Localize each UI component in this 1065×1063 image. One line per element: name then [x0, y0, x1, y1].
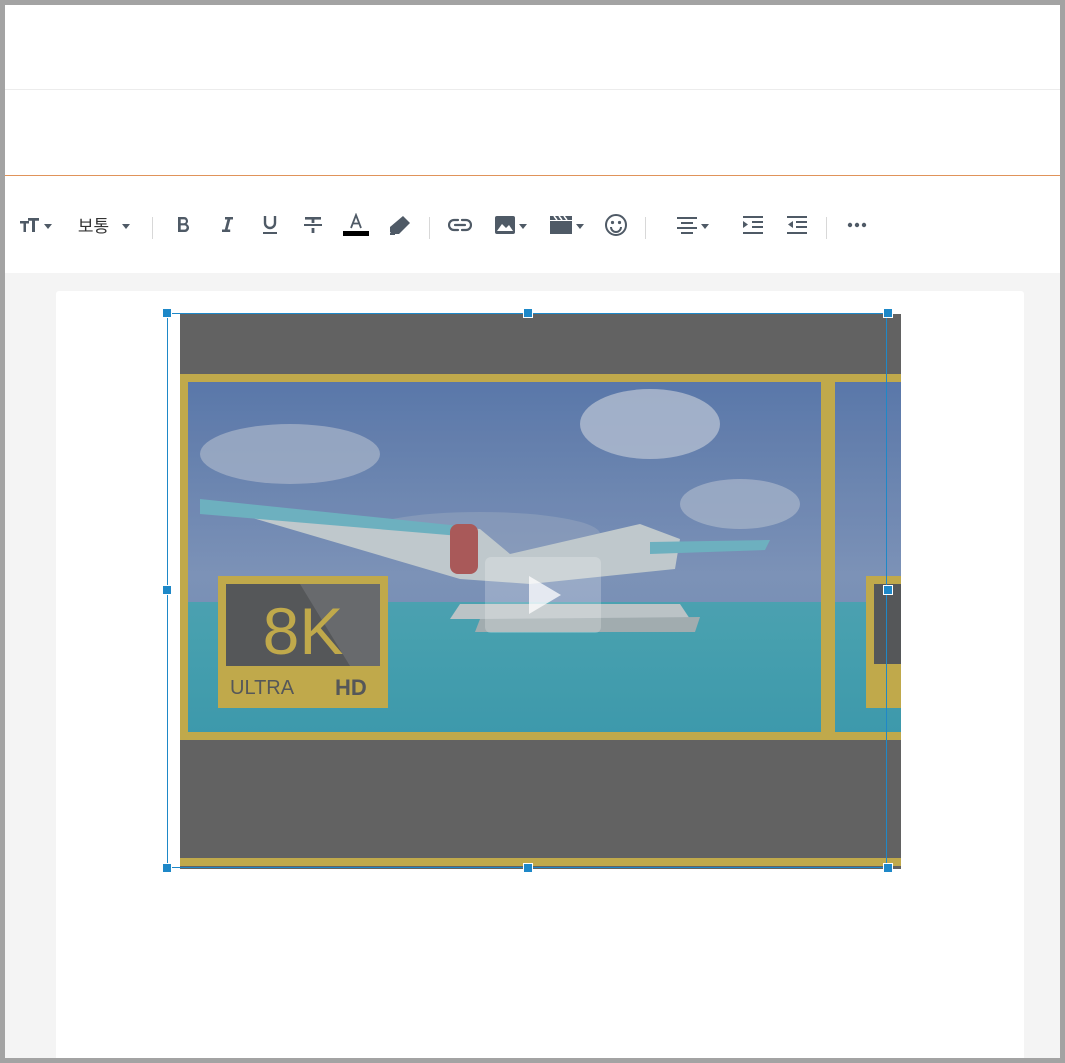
more-button[interactable]	[843, 176, 871, 273]
highlight-icon	[387, 214, 413, 236]
header-area	[5, 5, 1060, 90]
toolbar-divider	[152, 217, 153, 239]
text-size-button[interactable]	[15, 176, 55, 273]
font-size-label: 보통	[77, 217, 110, 236]
indent-button[interactable]	[739, 176, 767, 273]
underline-icon	[261, 215, 279, 235]
image-button[interactable]	[489, 176, 531, 273]
emoji-icon	[604, 213, 628, 237]
resize-handle-bottom[interactable]	[523, 863, 533, 873]
font-color-icon	[343, 212, 369, 237]
resize-handle-left[interactable]	[162, 585, 172, 595]
title-area[interactable]	[5, 90, 1060, 176]
chevron-down-icon	[518, 223, 527, 229]
align-center-icon	[676, 216, 698, 234]
resize-handle-top-left[interactable]	[162, 308, 172, 318]
editor-toolbar: 보통	[5, 176, 1060, 273]
strikethrough-button[interactable]	[300, 176, 326, 273]
bold-button[interactable]	[170, 176, 196, 273]
resize-handle-top-right[interactable]	[883, 308, 893, 318]
link-button[interactable]	[445, 176, 475, 273]
embedded-video[interactable]: 8K ULTRA HD	[180, 314, 901, 869]
bold-icon	[176, 216, 190, 233]
indent-icon	[742, 215, 764, 235]
outdent-icon	[786, 215, 808, 235]
highlight-button[interactable]	[385, 176, 415, 273]
play-icon	[485, 557, 601, 633]
resize-handle-right[interactable]	[883, 585, 893, 595]
video-icon	[549, 215, 573, 235]
editor-window: 보통 8K ULTRA HD	[5, 5, 1060, 1058]
resize-handle-bottom-right[interactable]	[883, 863, 893, 873]
strikethrough-icon	[303, 216, 323, 234]
chevron-down-icon	[122, 223, 131, 229]
italic-icon	[220, 216, 234, 233]
toolbar-divider	[645, 217, 646, 239]
chevron-down-icon	[575, 223, 584, 229]
text-size-icon	[19, 217, 41, 233]
italic-button[interactable]	[214, 176, 240, 273]
chevron-down-icon	[43, 223, 52, 229]
resize-handle-top[interactable]	[523, 308, 533, 318]
underline-button[interactable]	[257, 176, 283, 273]
outdent-button[interactable]	[783, 176, 811, 273]
chevron-down-icon	[700, 223, 709, 229]
toolbar-divider	[826, 217, 827, 239]
resize-handle-bottom-left[interactable]	[162, 863, 172, 873]
font-color-button[interactable]	[341, 176, 371, 273]
image-icon	[494, 215, 516, 235]
more-icon	[847, 222, 867, 228]
align-button[interactable]	[669, 176, 715, 273]
emoji-button[interactable]	[603, 176, 629, 273]
link-icon	[448, 218, 472, 232]
font-size-select[interactable]: 보통	[71, 176, 137, 273]
toolbar-divider	[429, 217, 430, 239]
video-button[interactable]	[545, 176, 587, 273]
video-thumbnail: 8K ULTRA HD	[180, 314, 901, 869]
